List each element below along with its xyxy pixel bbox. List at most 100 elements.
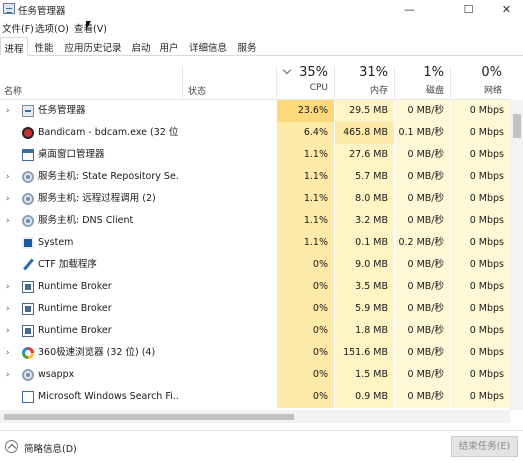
tab-services[interactable]: 服务 [234,37,260,56]
expand-chevron-icon[interactable]: › [6,364,10,386]
minimize-button[interactable]: — [393,0,426,19]
process-row[interactable]: › Runtime Broker 0% 1.8 MB 0 MB/秒 0 Mbps [0,320,510,342]
network-cell: 0 Mbps [451,298,510,320]
memory-total[interactable]: 31% [340,65,388,80]
process-row[interactable]: › 任务管理器 23.6% 29.5 MB 0 MB/秒 0 Mbps [0,100,510,122]
network-cell: 0 Mbps [451,276,510,298]
memory-cell: 29.5 MB [335,100,394,122]
memory-cell: 0.9 MB [335,386,394,408]
process-name: CTF 加载程序 [38,259,97,270]
process-row[interactable]: › 服务主机: DNS Client 1.1% 3.2 MB 0 MB/秒 0 Mbps [0,210,510,232]
horizontal-scrollbar[interactable] [0,410,510,423]
memory-cell: 5.7 MB [335,166,394,188]
maximize-button[interactable]: ☐ [452,0,485,19]
process-name: 任务管理器 [38,105,86,116]
network-cell: 0 Mbps [451,100,510,122]
runtime-broker-icon [22,281,34,293]
column-network[interactable]: 网络 [456,83,502,96]
process-row[interactable]: CTF 加载程序 0% 9.0 MB 0 MB/秒 0 Mbps [0,254,510,276]
expand-chevron-icon[interactable]: › [6,342,10,364]
vertical-scrollbar[interactable] [510,100,523,410]
cpu-cell: 0% [277,298,334,320]
tab-startup[interactable]: 启动 [128,37,154,56]
column-disk[interactable]: 磁盘 [400,83,444,96]
network-cell: 0 Mbps [451,320,510,342]
close-button[interactable]: ✕ [490,0,523,19]
process-row[interactable]: › Runtime Broker 0% 3.5 MB 0 MB/秒 0 Mbps [0,276,510,298]
memory-cell: 3.5 MB [335,276,394,298]
cpu-cell: 1.1% [277,188,334,210]
window-icon [22,149,34,161]
bandicam-icon [22,127,34,139]
cpu-cell: 0% [277,364,334,386]
network-cell: 0 Mbps [451,144,510,166]
disk-total[interactable]: 1% [400,65,444,80]
expand-chevron-icon[interactable]: › [6,320,10,342]
tab-performance[interactable]: 性能 [30,37,58,56]
process-name: wsappx [38,369,75,380]
column-header: 名称 状态 35% CPU 31% 内存 1% 磁盘 0% 网络 [0,60,510,100]
network-cell: 0 Mbps [451,364,510,386]
tab-users[interactable]: 用户 [156,37,182,56]
column-cpu[interactable]: CPU [290,83,328,93]
disk-cell: 0 MB/秒 [395,386,450,408]
process-row[interactable]: › Runtime Broker 0% 5.9 MB 0 MB/秒 0 Mbps [0,298,510,320]
process-row[interactable]: Microsoft Windows Search Fi... 0% 0.9 MB 0 … [0,386,510,408]
disk-cell: 0 MB/秒 [395,144,450,166]
browser-360-icon [22,347,34,359]
gear-icon [22,369,34,381]
end-task-button[interactable]: 结束任务(E) [451,436,518,457]
process-name: Runtime Broker [38,281,112,292]
expand-chevron-icon[interactable]: › [6,188,10,210]
disk-cell: 0 MB/秒 [395,276,450,298]
process-row[interactable]: › 服务主机: State Repository Se... 1.1% 5.7 MB 0… [0,166,510,188]
expand-chevron-icon[interactable]: › [6,166,10,188]
network-cell: 0 Mbps [451,254,510,276]
process-row[interactable]: › wsappx 0% 1.5 MB 0 MB/秒 0 Mbps [0,364,510,386]
search-icon [22,391,34,403]
expand-chevron-icon[interactable]: › [6,100,10,122]
network-cell: 0 Mbps [451,342,510,364]
expand-chevron-icon[interactable]: › [6,298,10,320]
network-cell: 0 Mbps [451,232,510,254]
disk-cell: 0 MB/秒 [395,210,450,232]
tab-app-history[interactable]: 应用历史记录 [60,37,126,56]
disk-cell: 0 MB/秒 [395,188,450,210]
cpu-total[interactable]: 35% [290,65,328,80]
process-row[interactable]: Bandicam - bdcam.exe (32 位) 6.4% 465.8 MB 0… [0,122,510,144]
process-row[interactable]: › 服务主机: 远程过程调用 (2) 1.1% 8.0 MB 0 MB/秒 0 Mbps [0,188,510,210]
task-manager-icon [3,3,15,14]
expand-chevron-icon[interactable]: › [6,210,10,232]
cpu-cell: 0% [277,276,334,298]
process-row[interactable]: System 1.1% 0.1 MB 0.2 MB/秒 0 Mbps [0,232,510,254]
fewer-details-link[interactable]: 简略信息(D) [24,441,77,455]
process-name: Bandicam - bdcam.exe (32 位) [38,127,178,138]
column-memory[interactable]: 内存 [340,83,388,96]
process-row[interactable]: 桌面窗口管理器 1.1% 27.6 MB 0 MB/秒 0 Mbps [0,144,510,166]
menu-file[interactable]: 文件(F) [2,21,34,35]
tab-details[interactable]: 详细信息 [184,37,232,56]
memory-cell: 27.6 MB [335,144,394,166]
network-total[interactable]: 0% [456,65,502,80]
chevron-up-icon[interactable] [5,440,18,453]
memory-cell: 465.8 MB [335,122,394,144]
pen-icon [22,259,34,271]
disk-cell: 0.1 MB/秒 [395,122,450,144]
process-name: Microsoft Windows Search Fi... [38,391,178,402]
process-row[interactable]: › 360极速浏览器 (32 位) (4) 0% 151.6 MB 0 MB/秒 0 Mb… [0,342,510,364]
column-divider [450,66,451,98]
task-manager-icon [22,105,34,117]
column-status[interactable]: 状态 [188,84,206,97]
footer: 简略信息(D) 结束任务(E) [0,430,523,463]
expand-chevron-icon[interactable]: › [6,276,10,298]
cpu-cell: 0% [277,320,334,342]
tab-processes[interactable]: 进程 [0,37,28,56]
gear-icon [22,193,34,205]
horizontal-scroll-thumb[interactable] [4,414,294,420]
window-title: 任务管理器 [18,6,66,17]
vertical-scroll-thumb[interactable] [513,114,521,138]
column-divider [182,66,183,98]
column-name[interactable]: 名称 [4,84,22,97]
runtime-broker-icon [22,303,34,315]
menu-options[interactable]: 选项(O) [35,21,69,35]
